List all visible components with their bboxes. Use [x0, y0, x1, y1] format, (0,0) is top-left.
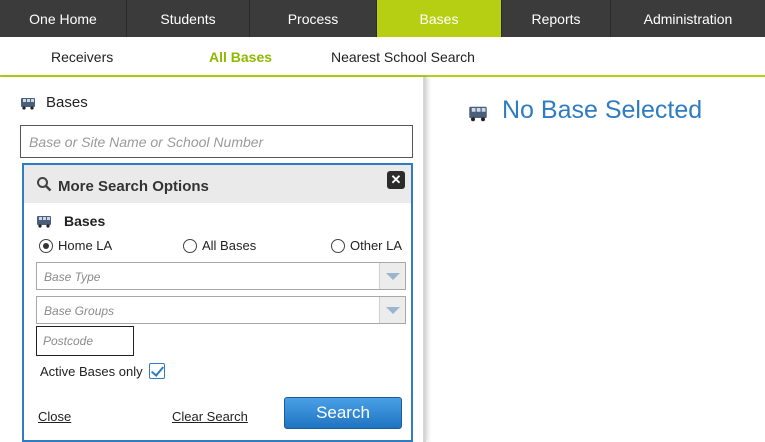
- base-groups-select[interactable]: Base Groups: [36, 296, 406, 324]
- subtab-all-bases[interactable]: All Bases: [209, 49, 272, 65]
- page-title: No Base Selected: [502, 96, 703, 124]
- radio-home-la[interactable]: Home LA: [39, 238, 112, 253]
- panel-heading: Bases: [20, 94, 88, 111]
- base-search-input[interactable]: [20, 125, 413, 158]
- subtab-nearest-school-search[interactable]: Nearest School Search: [331, 49, 475, 65]
- search-button[interactable]: Search: [284, 397, 402, 429]
- tab-students[interactable]: Students: [127, 0, 250, 37]
- chevron-down-icon[interactable]: [379, 263, 405, 289]
- radio-circle-checked[interactable]: [39, 238, 53, 253]
- radio-label: All Bases: [202, 238, 257, 253]
- la-radio-group: Home LA All Bases Other LA: [36, 238, 406, 256]
- active-bases-only-checkbox[interactable]: [148, 363, 165, 379]
- more-search-options-title[interactable]: More Search Options: [36, 176, 209, 196]
- tab-process[interactable]: Process: [250, 0, 377, 37]
- bus-icon: [36, 214, 52, 228]
- base-type-placeholder: Base Type: [44, 270, 101, 284]
- radio-label: Other LA: [350, 238, 403, 253]
- search-panel: Bases More Search Options ✕: [0, 77, 426, 442]
- bus-icon: [20, 96, 36, 110]
- tab-reports[interactable]: Reports: [502, 0, 611, 37]
- bases-section-heading: Bases: [36, 213, 105, 229]
- radio-label: Home LA: [58, 238, 113, 253]
- radio-circle[interactable]: [183, 238, 197, 253]
- top-nav: One Home Students Process Bases Reports …: [0, 0, 765, 37]
- clear-search-link[interactable]: Clear Search: [172, 409, 248, 424]
- main-title: No Base Selected: [468, 96, 702, 125]
- radio-circle[interactable]: [331, 238, 345, 253]
- base-groups-placeholder: Base Groups: [44, 304, 115, 318]
- active-bases-only-label: Active Bases only: [40, 363, 143, 379]
- tab-bases[interactable]: Bases: [377, 0, 502, 37]
- close-icon[interactable]: ✕: [387, 171, 405, 189]
- tab-administration[interactable]: Administration: [611, 0, 765, 37]
- more-search-options-header: More Search Options ✕: [24, 165, 411, 203]
- active-bases-only-row[interactable]: Active Bases only: [40, 363, 165, 379]
- radio-other-la[interactable]: Other LA: [331, 238, 402, 253]
- more-search-options-label: More Search Options: [58, 177, 209, 195]
- subtab-receivers[interactable]: Receivers: [51, 49, 113, 65]
- bases-section-label: Bases: [64, 213, 106, 229]
- magnifier-icon: [36, 176, 52, 196]
- close-link[interactable]: Close: [38, 409, 71, 424]
- chevron-down-icon[interactable]: [379, 297, 405, 323]
- base-type-select[interactable]: Base Type: [36, 262, 406, 290]
- tab-one-home[interactable]: One Home: [0, 0, 127, 37]
- more-search-options-box: More Search Options ✕ Bases Home LA All …: [22, 163, 413, 442]
- radio-all-bases[interactable]: All Bases: [183, 238, 256, 253]
- bus-icon: [468, 104, 487, 121]
- panel-heading-label: Bases: [46, 94, 88, 111]
- sub-nav: Receivers All Bases Nearest School Searc…: [0, 37, 765, 77]
- postcode-input[interactable]: [36, 326, 134, 356]
